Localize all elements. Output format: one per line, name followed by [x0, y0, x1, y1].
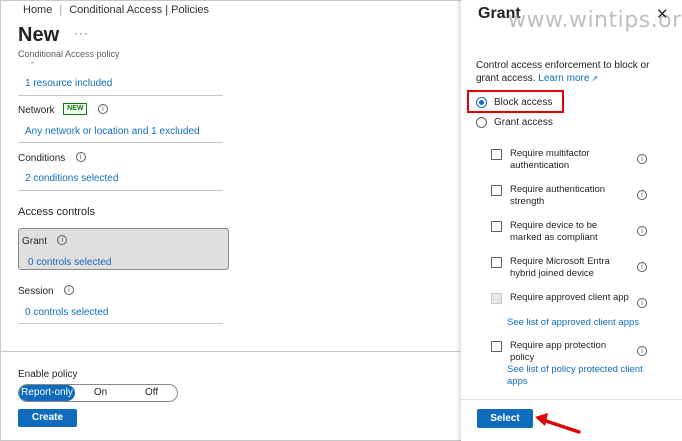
control-label: Require approved client app: [510, 292, 629, 303]
info-icon[interactable]: i: [637, 153, 647, 164]
divider: [18, 190, 223, 191]
info-wrap: i: [637, 294, 647, 312]
info-wrap: i: [637, 342, 647, 360]
network-link-wrap: Any network or location and 1 excluded: [25, 121, 200, 139]
radio-grant-access[interactable]: Grant access: [476, 117, 553, 128]
network-section: Network NEW i: [18, 100, 108, 118]
session-section: Session i: [18, 281, 75, 299]
control-label: Require device to be marked as compliant: [510, 220, 598, 243]
conditions-link-wrap: 2 conditions selected: [25, 168, 118, 186]
session-label: Session: [18, 286, 54, 297]
footer-divider: [0, 351, 460, 352]
radio-button[interactable]: [476, 117, 487, 128]
toggle-report-only[interactable]: Report-only: [19, 385, 76, 401]
control-label: Require authentication strength: [510, 184, 606, 207]
divider: [18, 95, 223, 96]
info-icon[interactable]: i: [75, 151, 86, 162]
info-icon[interactable]: i: [64, 284, 75, 295]
control-label: Require Microsoft Entra hybrid joined de…: [510, 256, 610, 279]
protected-apps-link[interactable]: See list of policy protected client apps: [507, 364, 647, 388]
info-icon[interactable]: i: [637, 225, 647, 236]
info-icon[interactable]: i: [637, 189, 647, 200]
close-icon[interactable]: ✕: [656, 5, 669, 23]
radio-block-access[interactable]: Block access: [476, 97, 552, 108]
page-title: New: [18, 24, 60, 46]
divider: [18, 142, 223, 143]
conditions-label: Conditions: [18, 153, 66, 164]
create-button[interactable]: Create: [18, 409, 77, 427]
external-link-icon[interactable]: ↗: [591, 74, 598, 83]
learn-more-link[interactable]: Learn more: [538, 73, 589, 84]
grant-link[interactable]: 0 controls selected: [28, 257, 111, 268]
access-controls-heading: Access controls: [18, 206, 96, 218]
radio-label: Block access: [494, 97, 553, 108]
checkbox-disabled: [491, 293, 502, 304]
toggle-off[interactable]: Off: [126, 385, 177, 401]
select-button[interactable]: Select: [477, 409, 533, 428]
grant-section: Grant i: [22, 231, 68, 249]
name-placeholder: -: [31, 58, 34, 67]
control-label: Require multifactor authentication: [510, 148, 590, 171]
info-wrap: i: [637, 186, 647, 204]
checkbox[interactable]: [491, 341, 502, 352]
network-link[interactable]: Any network or location and 1 excluded: [25, 126, 200, 137]
checkbox[interactable]: [491, 185, 502, 196]
conditions-section: Conditions i: [18, 148, 86, 166]
red-arrow-icon: [535, 413, 581, 434]
enable-policy-label: Enable policy: [18, 369, 78, 380]
network-label: Network: [18, 105, 55, 116]
radio-label: Grant access: [494, 117, 553, 128]
new-badge: NEW: [63, 102, 88, 115]
session-link-wrap: 0 controls selected: [25, 302, 108, 320]
resources-link[interactable]: 1 resource included: [25, 78, 112, 89]
radio-button-selected[interactable]: [476, 97, 487, 108]
info-icon[interactable]: i: [637, 261, 647, 272]
info-icon[interactable]: i: [57, 234, 68, 245]
divider: [18, 323, 223, 324]
breadcrumb-conditional-access[interactable]: Conditional Access | Policies: [69, 4, 209, 16]
more-options-icon[interactable]: ···: [74, 26, 89, 40]
info-icon[interactable]: i: [637, 297, 647, 308]
approved-apps-link[interactable]: See list of approved client apps: [507, 317, 647, 329]
checkbox[interactable]: [491, 257, 502, 268]
checkbox[interactable]: [491, 149, 502, 160]
toggle-on[interactable]: On: [75, 385, 126, 401]
breadcrumb: Home | Conditional Access | Policies: [23, 4, 209, 16]
info-icon[interactable]: i: [97, 103, 108, 114]
conditions-link[interactable]: 2 conditions selected: [25, 173, 118, 184]
info-wrap: i: [637, 222, 647, 240]
info-icon[interactable]: i: [637, 345, 647, 356]
session-link[interactable]: 0 controls selected: [25, 307, 108, 318]
info-wrap: i: [637, 150, 647, 168]
control-label: Require app protection policy: [510, 340, 607, 363]
panel-description: Control access enforcement to block or g…: [476, 59, 666, 85]
info-wrap: i: [637, 258, 647, 276]
grant-label: Grant: [22, 236, 48, 247]
breadcrumb-home[interactable]: Home: [23, 4, 52, 16]
breadcrumb-separator: |: [59, 4, 63, 16]
grant-link-wrap: 0 controls selected: [28, 252, 111, 270]
panel-footer-divider: [461, 399, 682, 400]
checkbox[interactable]: [491, 221, 502, 232]
enable-policy-toggle[interactable]: Report-only On Off: [18, 384, 178, 402]
resources-section: 1 resource included: [25, 73, 112, 91]
